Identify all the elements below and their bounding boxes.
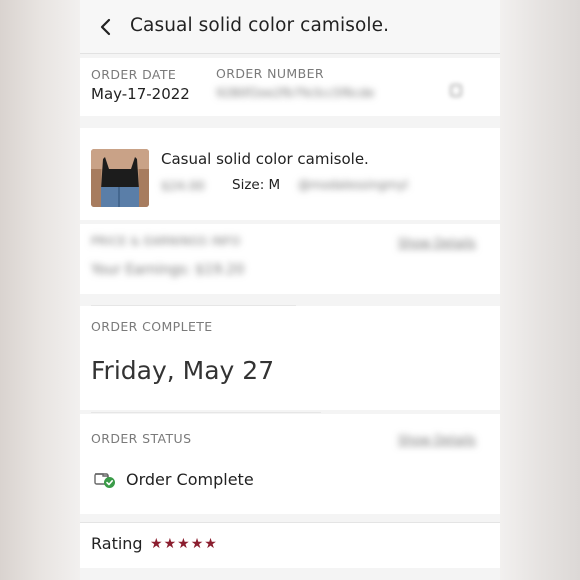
rating-stars: ★ ★ ★ ★ ★ [150, 533, 217, 555]
order-status-text: Order Complete [126, 470, 254, 489]
star-icon: ★ [177, 536, 190, 552]
page-title: Casual solid color camisole. [130, 15, 390, 36]
item-price: $24.00 [161, 178, 205, 193]
earnings-value: Your Earnings: $19.20 [91, 262, 245, 278]
status-show-details-link[interactable]: Show Details [398, 433, 476, 447]
item-size: Size: M [232, 177, 281, 193]
item-extra-info: @modalessingmyl [298, 178, 408, 192]
order-complete-date: Friday, May 27 [91, 356, 275, 385]
order-complete-icon [93, 470, 117, 490]
order-complete-label: ORDER COMPLETE [91, 319, 213, 334]
order-date-value: May-17-2022 [91, 85, 190, 103]
divider [91, 412, 321, 413]
star-icon: ★ [204, 536, 217, 552]
star-icon: ★ [150, 536, 163, 552]
chevron-left-icon[interactable] [94, 14, 116, 40]
earnings-label: PRICE & EARNINGS INFO [91, 234, 241, 248]
order-status-label: ORDER STATUS [91, 431, 192, 446]
order-status-section [80, 414, 500, 514]
order-details-screen: Casual solid color camisole. ORDER DATE … [80, 0, 500, 580]
order-info-section: ORDER DATE May-17-2022 ORDER NUMBER 92B0… [80, 58, 500, 116]
rating-section [80, 522, 500, 568]
order-number-label: ORDER NUMBER [216, 66, 324, 81]
item-title[interactable]: Casual solid color camisole. [161, 150, 369, 168]
header-bar: Casual solid color camisole. [80, 0, 500, 54]
rating-label: Rating [91, 534, 143, 553]
star-icon: ★ [190, 536, 204, 552]
order-number-value: 92B0f2ee2fb7fe3cc5f6cde [216, 86, 375, 100]
earnings-show-details-link[interactable]: Show Details [398, 236, 476, 250]
star-icon: ★ [163, 536, 177, 552]
copy-icon[interactable] [448, 82, 464, 98]
order-date-label: ORDER DATE [91, 67, 177, 82]
product-thumbnail[interactable] [91, 149, 149, 207]
